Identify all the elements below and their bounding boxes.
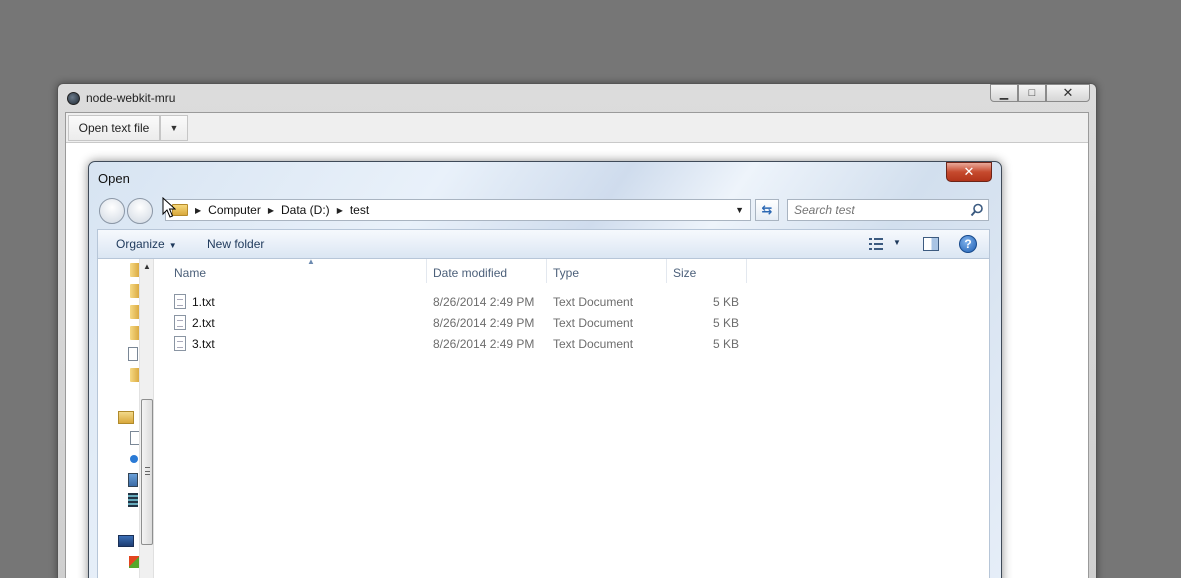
navigation-pane: ▲ [98, 259, 154, 578]
search-input[interactable] [794, 203, 964, 217]
close-icon: ✕ [963, 164, 975, 179]
maximize-button[interactable]: □ [1018, 84, 1046, 102]
minimize-button[interactable]: ▁ [990, 84, 1018, 102]
libraries-icon[interactable] [118, 411, 134, 424]
help-icon[interactable]: ? [959, 235, 977, 253]
dialog-close-button[interactable]: ✕ [946, 162, 992, 182]
text-file-icon [174, 336, 186, 351]
file-list: ▲ Name Date modified Type Size 1.txt 8/2… [155, 257, 989, 578]
file-type: Text Document [553, 295, 634, 309]
new-folder-button[interactable]: New folder [207, 237, 264, 251]
app-icon [67, 92, 80, 105]
refresh-icon: ⇆ [761, 202, 773, 217]
scrollbar-thumb[interactable] [141, 399, 153, 545]
computer-icon[interactable] [118, 535, 134, 547]
file-size: 5 KB [712, 295, 739, 309]
pictures-icon[interactable] [128, 473, 138, 487]
open-text-file-button[interactable]: Open text file [68, 115, 160, 141]
breadcrumb-test[interactable]: test [350, 203, 369, 217]
address-bar[interactable]: ▶ Computer ▶ Data (D:) ▶ test ▼ [165, 199, 751, 221]
scroll-up-icon[interactable]: ▲ [143, 262, 151, 271]
file-size: 5 KB [712, 337, 739, 351]
windows-drive-icon[interactable] [129, 556, 139, 568]
minimize-icon: ▁ [999, 87, 1009, 100]
window-controls: ▁ □ ✕ [990, 84, 1090, 102]
videos-icon[interactable] [128, 493, 138, 507]
close-button[interactable]: ✕ [1046, 84, 1090, 102]
column-header-size[interactable]: Size [667, 259, 747, 283]
mouse-cursor-icon [162, 197, 176, 218]
app-toolbar: Open text file ▼ [66, 113, 1088, 143]
forward-button[interactable] [127, 198, 153, 224]
grip-icon [145, 467, 150, 475]
back-button[interactable] [99, 198, 125, 224]
file-name: 3.txt [192, 337, 215, 351]
open-dialog: Open ✕ ▶ Computer ▶ Data (D:) ▶ test ▼ ⇆… [88, 161, 1002, 578]
change-view-icon[interactable] [869, 238, 883, 250]
dialog-title: Open [98, 171, 130, 186]
file-size: 5 KB [712, 316, 739, 330]
search-icon[interactable] [970, 203, 984, 217]
sort-ascending-icon: ▲ [307, 257, 315, 266]
chevron-right-icon[interactable]: ▶ [268, 206, 274, 215]
column-header-type[interactable]: Type [547, 259, 667, 283]
breadcrumb-computer[interactable]: Computer [208, 203, 261, 217]
chevron-down-icon: ▼ [168, 241, 177, 250]
dialog-body: ▲ ▲ Name Date modified Type Size 1.txt 8… [97, 257, 990, 578]
file-date: 8/26/2014 2:49 PM [433, 295, 535, 309]
address-dropdown-icon[interactable]: ▼ [735, 205, 744, 215]
text-file-icon [174, 315, 186, 330]
file-row[interactable]: 3.txt 8/26/2014 2:49 PM Text Document 5 … [168, 333, 748, 354]
chevron-right-icon[interactable]: ▶ [337, 206, 343, 215]
chevron-right-icon[interactable]: ▶ [195, 206, 201, 215]
column-header-name[interactable]: ▲ Name [168, 257, 427, 283]
file-row[interactable]: 2.txt 8/26/2014 2:49 PM Text Document 5 … [168, 312, 748, 333]
file-name: 1.txt [192, 295, 215, 309]
command-bar: Organize ▼ New folder ▼ ? [97, 229, 990, 259]
view-options-dropdown-icon[interactable]: ▼ [893, 238, 901, 247]
file-date: 8/26/2014 2:49 PM [433, 316, 535, 330]
open-dropdown-button[interactable]: ▼ [160, 115, 188, 141]
navigation-scrollbar[interactable]: ▲ [139, 259, 153, 578]
breadcrumb-data-d[interactable]: Data (D:) [281, 203, 330, 217]
maximize-icon: □ [1028, 87, 1036, 99]
file-type: Text Document [553, 337, 634, 351]
file-date: 8/26/2014 2:49 PM [433, 337, 535, 351]
refresh-button[interactable]: ⇆ [755, 199, 779, 221]
chevron-down-icon: ▼ [169, 123, 179, 133]
file-name: 2.txt [192, 316, 215, 330]
organize-menu[interactable]: Organize ▼ [116, 237, 177, 251]
close-icon: ✕ [1062, 85, 1074, 100]
music-icon[interactable] [130, 455, 138, 463]
app-titlebar[interactable]: node-webkit-mru ▁ □ ✕ [58, 84, 1096, 112]
column-header-date-modified[interactable]: Date modified [427, 259, 547, 283]
search-box[interactable] [787, 199, 989, 221]
file-row[interactable]: 1.txt 8/26/2014 2:49 PM Text Document 5 … [168, 291, 748, 312]
document-window-icon[interactable] [128, 347, 138, 361]
text-file-icon [174, 294, 186, 309]
file-type: Text Document [553, 316, 634, 330]
preview-pane-icon[interactable] [923, 237, 939, 251]
app-title: node-webkit-mru [86, 91, 176, 105]
